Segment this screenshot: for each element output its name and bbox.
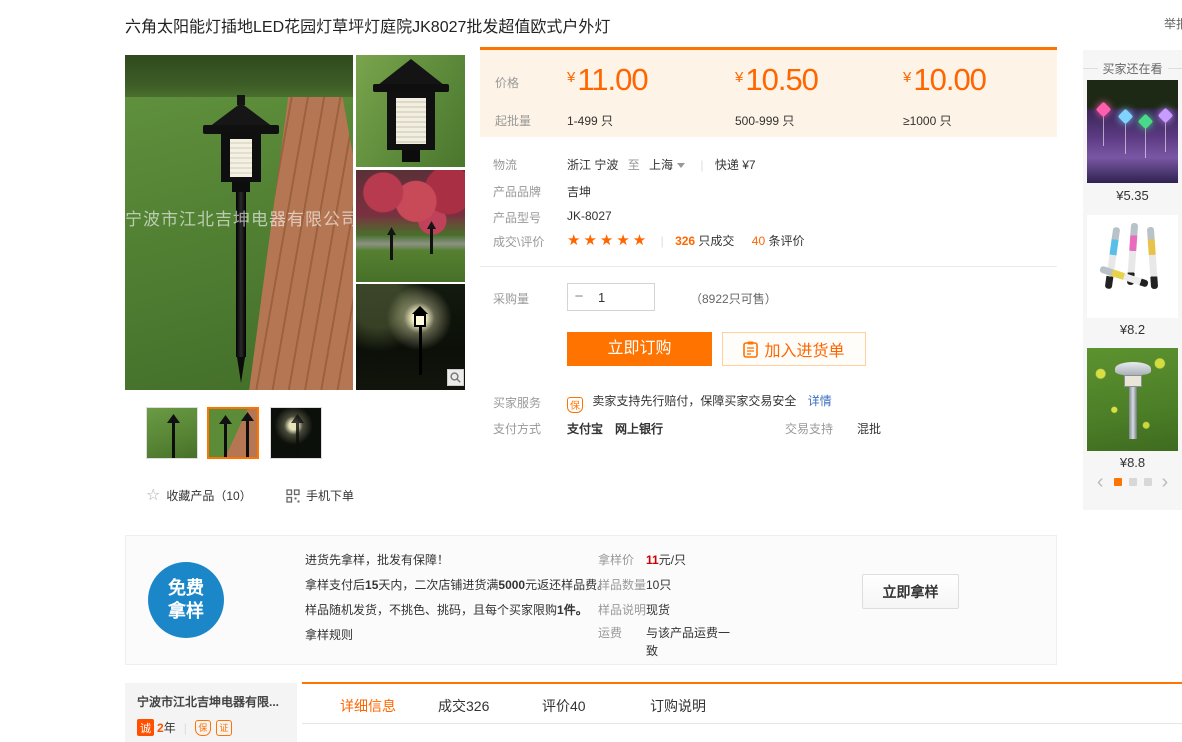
price-label: 价格	[495, 74, 519, 91]
pager-prev-icon[interactable]: ‹	[1094, 472, 1107, 492]
magnifier-icon[interactable]	[447, 369, 464, 386]
deals-count[interactable]: 326	[675, 234, 695, 248]
moq-label: 起批量	[495, 112, 531, 129]
pager-dot-1[interactable]	[1114, 478, 1122, 486]
add-to-cart-label: 加入进货单	[764, 337, 844, 361]
sample-line-3: 样品随机发货，不挑色、挑码，且每个买家限购1件。	[305, 601, 588, 618]
guarantee-shield-icon: 保	[567, 397, 583, 413]
document-cert-icon: 证	[216, 720, 232, 736]
favorite-button[interactable]: ☆ 收藏产品（10）	[146, 487, 252, 504]
model-value: JK-8027	[567, 209, 612, 223]
moq-tier-2: 500-999 只	[735, 112, 794, 129]
report-link[interactable]: 举报	[1164, 15, 1182, 32]
mobile-order-button[interactable]: 手机下单	[286, 487, 354, 504]
trade-support-label: 交易支持	[785, 420, 833, 437]
rating-label: 成交\评价	[493, 233, 544, 250]
price-tier-1: ¥11.00	[567, 62, 648, 98]
sample-line-2: 拿样支付后15天内，二次店铺进货满5000元返还样品费。	[305, 576, 609, 593]
trade-support-value: 混批	[857, 420, 881, 437]
price-tier-2: ¥10.50	[735, 62, 818, 98]
express-fee: 快递 ¥7	[715, 158, 756, 172]
model-label: 产品型号	[493, 209, 541, 226]
product-page: 六角太阳能灯插地LED花园灯草坪灯庭院JK8027批发超值欧式户外灯 举报 宁波…	[0, 0, 1182, 742]
get-sample-button[interactable]: 立即拿样	[862, 574, 959, 609]
clipboard-icon	[743, 341, 758, 358]
sample-qty-value: 10只	[646, 576, 671, 593]
logistics-label: 物流	[493, 156, 517, 173]
divider	[480, 266, 1057, 267]
chevron-down-icon[interactable]	[677, 163, 685, 168]
pager-next-icon[interactable]: ›	[1159, 472, 1172, 492]
price-tier-3: ¥10.00	[903, 62, 986, 98]
payment-methods: 支付宝 网上银行	[567, 420, 663, 437]
rating-stars: ★★★★★	[567, 232, 649, 249]
pager-dot-2[interactable]	[1129, 478, 1137, 486]
order-now-button[interactable]: 立即订购	[567, 332, 712, 366]
seller-badges: 诚 2 年 | 保 证	[137, 719, 287, 736]
brand-value: 吉坤	[567, 183, 591, 200]
related-item-3-price[interactable]: ¥8.8	[1083, 455, 1182, 470]
photo-hedge	[125, 55, 353, 97]
seller-name[interactable]: 宁波市江北吉坤电器有限...	[137, 693, 287, 710]
logistics-destination[interactable]: 上海	[649, 158, 673, 172]
payment-label: 支付方式	[493, 420, 541, 437]
related-item-1-image[interactable]	[1087, 80, 1178, 183]
related-item-1-price[interactable]: ¥5.35	[1083, 188, 1182, 203]
tab-reviews[interactable]: 评价40	[542, 696, 586, 716]
favorite-label: 收藏产品（10）	[166, 487, 251, 504]
seller-card[interactable]: 宁波市江北吉坤电器有限... 诚 2 年 | 保 证	[125, 683, 297, 742]
sample-line-1: 进货先拿样，批发有保障！	[305, 551, 449, 568]
qr-code-icon	[286, 489, 300, 503]
sidebar-pager: ‹ ›	[1083, 472, 1182, 492]
logistics-from: 浙江 宁波	[567, 158, 618, 172]
tab-deals[interactable]: 成交326	[438, 696, 489, 716]
chengxintong-icon: 诚	[137, 719, 154, 736]
thumbnail-2-selected[interactable]	[207, 407, 259, 459]
sample-price-value: 11元/只	[646, 551, 686, 568]
main-product-image[interactable]: 宁波市江北吉坤电器有限公司	[125, 55, 353, 390]
add-to-cart-button[interactable]: 加入进货单	[722, 332, 866, 366]
tab-detail-info[interactable]: 详细信息	[340, 696, 396, 716]
stock-note: （8922只可售）	[690, 290, 777, 307]
logistics-value: 浙江 宁波 至 上海 | 快递 ¥7	[567, 156, 756, 173]
sample-desc-label: 样品说明	[598, 601, 646, 618]
pager-dot-3[interactable]	[1144, 478, 1152, 486]
star-icon: ☆	[146, 488, 160, 504]
related-item-2-price[interactable]: ¥8.2	[1083, 322, 1182, 337]
gallery-image-flowers[interactable]	[356, 170, 465, 282]
reviews-count[interactable]: 40	[752, 234, 765, 248]
moq-tier-3: ≥1000 只	[903, 112, 952, 129]
thumbnail-1[interactable]	[146, 407, 198, 459]
related-item-2-image[interactable]	[1087, 215, 1178, 318]
gallery-image-closeup[interactable]	[356, 55, 465, 167]
page-title: 六角太阳能灯插地LED花园灯草坪灯庭院JK8027批发超值欧式户外灯	[125, 13, 610, 37]
tab-order-notes[interactable]: 订购说明	[650, 696, 706, 716]
rating-row: ★★★★★ | 326 只成交 40 条评价	[567, 231, 804, 249]
quantity-input[interactable]	[590, 283, 655, 311]
sidebar-title: 买家还在看	[1083, 60, 1182, 77]
thumbnail-3[interactable]	[270, 407, 322, 459]
free-sample-badge: 免费拿样	[148, 562, 224, 638]
quantity-minus-button[interactable]: −	[567, 283, 591, 311]
sample-rules-link[interactable]: 拿样规则	[305, 626, 353, 643]
quantity-label: 采购量	[493, 290, 529, 307]
related-item-3-image[interactable]	[1087, 348, 1178, 451]
brand-label: 产品品牌	[493, 183, 541, 200]
buyer-service-label: 买家服务	[493, 394, 541, 411]
moq-tier-1: 1-499 只	[567, 112, 613, 129]
guarantee-cert-icon: 保	[195, 720, 211, 736]
sample-desc-value: 现货	[646, 601, 670, 618]
logistics-to-word: 至	[628, 158, 640, 172]
sample-ship-label: 运费	[598, 624, 622, 641]
buyer-service-row: 保 卖家支持先行赔付，保障买家交易安全 详情	[567, 392, 832, 413]
guarantee-details-link[interactable]: 详情	[808, 394, 832, 408]
guarantee-text: 卖家支持先行赔付，保障买家交易安全	[592, 394, 796, 408]
sample-price-label: 拿样价	[598, 551, 634, 568]
image-watermark: 宁波市江北吉坤电器有限公司	[125, 205, 353, 230]
detail-tabbar: 详细信息 成交326 评价40 订购说明	[302, 682, 1182, 724]
also-viewing-sidebar: 买家还在看 ¥5.35 ¥8.2 ¥8.8 ‹ ›	[1083, 50, 1182, 510]
sample-ship-value: 与该产品运费一致	[646, 624, 738, 660]
mobile-order-label: 手机下单	[306, 487, 354, 504]
sample-qty-label: 样品数量	[598, 576, 646, 593]
